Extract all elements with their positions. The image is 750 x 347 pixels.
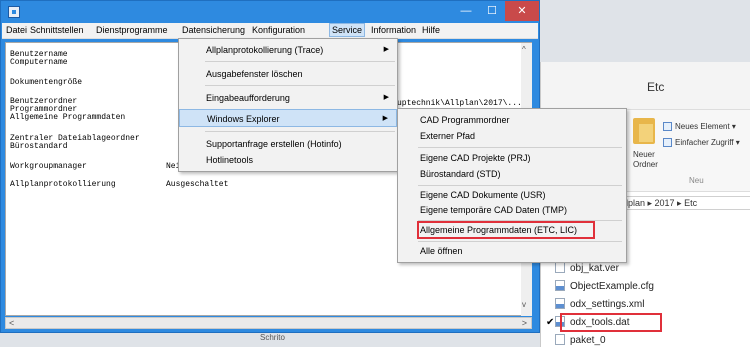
file-icon xyxy=(555,262,565,273)
menu-information[interactable]: Information xyxy=(371,25,416,35)
menu-item-command-prompt[interactable]: Eingabeaufforderung ▶ xyxy=(179,89,397,107)
list-item[interactable]: obj_kat.ver xyxy=(555,262,619,278)
file-icon xyxy=(555,334,565,345)
scroll-up-icon[interactable]: ^ xyxy=(522,45,526,54)
menu-konfiguration[interactable]: Konfiguration xyxy=(252,25,305,35)
menu-datei[interactable]: Datei xyxy=(6,25,27,35)
label-allplanprotokollierung: Allplanprotokollierung xyxy=(10,180,116,189)
menu-item-windows-explorer[interactable]: Windows Explorer ▶ xyxy=(179,109,397,127)
submenu-buerostandard[interactable]: Bürostandard (STD) xyxy=(398,167,626,182)
submenu-cad-projekte[interactable]: Eigene CAD Projekte (PRJ) xyxy=(398,151,626,166)
ribbon-group-new: Neu xyxy=(689,176,704,185)
value-allplanprotokollierung: Ausgeschaltet xyxy=(166,180,229,189)
submenu-arrow-icon: ▶ xyxy=(382,115,388,122)
new-folder-label-2[interactable]: Ordner xyxy=(633,160,658,169)
list-item[interactable]: odx_settings.xml xyxy=(555,298,644,314)
submenu-arrow-icon: ▶ xyxy=(383,46,389,53)
highlight-box xyxy=(560,313,662,332)
menu-service[interactable]: Service xyxy=(329,23,366,37)
scroll-right-icon[interactable]: > xyxy=(522,318,527,328)
partial-path-text: uptechnik\Allplan\2017\... xyxy=(397,99,522,108)
list-item[interactable]: ObjectExample.cfg xyxy=(555,280,654,296)
menu-item-hotlinetools[interactable]: Hotlinetools xyxy=(179,151,397,169)
menu-item-clear-output[interactable]: Ausgabefenster löschen xyxy=(179,65,397,83)
label-workgroupmanager: Workgroupmanager xyxy=(10,162,87,171)
new-folder-label-1[interactable]: Neuer xyxy=(633,150,655,159)
scroll-left-icon[interactable]: < xyxy=(9,318,14,328)
label-computername: Computername xyxy=(10,58,68,67)
menu-schnittstellen[interactable]: Schnittstellen xyxy=(30,25,84,35)
checkmark-icon[interactable]: ✔ xyxy=(546,317,554,328)
label-buerostandard: Bürostandard xyxy=(10,142,68,151)
label-allgemeine-programmdaten: Allgemeine Programmdaten xyxy=(10,113,126,122)
submenu-cad-dokumente[interactable]: Eigene CAD Dokumente (USR) xyxy=(398,188,626,203)
horizontal-scrollbar[interactable]: < > xyxy=(5,317,532,329)
submenu-cad-programmordner[interactable]: CAD Programmordner xyxy=(398,113,626,128)
titlebar: — ☐ ✕ xyxy=(1,1,539,23)
desktop: Etc Neues Element ▾ Einfacher Zugriff ▾ … xyxy=(0,0,750,347)
service-menu: Allplanprotokollierung (Trace) ▶ Ausgabef… xyxy=(178,38,398,172)
address-bar[interactable]: llplan ▸ 2017 ▸ Etc xyxy=(621,196,750,210)
menu-separator xyxy=(205,85,395,86)
menu-separator xyxy=(418,185,622,186)
menu-hilfe[interactable]: Hilfe xyxy=(422,25,440,35)
menu-item-trace[interactable]: Allplanprotokollierung (Trace) ▶ xyxy=(179,41,397,59)
submenu-arrow-icon: ▶ xyxy=(383,94,389,101)
close-button[interactable]: ✕ xyxy=(505,1,539,21)
scroll-down-icon[interactable]: v xyxy=(522,300,526,309)
windows-explorer-submenu: CAD Programmordner Externer Pfad Eigene … xyxy=(397,108,627,263)
list-item[interactable]: paket_0 xyxy=(555,334,606,347)
new-folder-icon[interactable] xyxy=(633,118,655,144)
maximize-button[interactable]: ☐ xyxy=(479,1,505,21)
submenu-externer-pfad[interactable]: Externer Pfad xyxy=(398,129,626,144)
menu-separator xyxy=(418,147,622,148)
label-dokumentengroesse: Dokumentengröße xyxy=(10,78,83,87)
menu-datensicherung[interactable]: Datensicherung xyxy=(182,25,245,35)
menu-separator xyxy=(418,241,622,242)
app-icon[interactable] xyxy=(8,6,20,18)
explorer-titlebar: Etc xyxy=(541,62,750,110)
menubar: Datei Schnittstellen Dienstprogramme Dat… xyxy=(2,23,538,39)
submenu-temp-cad-daten[interactable]: Eigene temporäre CAD Daten (TMP) xyxy=(398,203,626,218)
config-file-icon xyxy=(555,280,565,291)
easy-access-button[interactable]: Einfacher Zugriff ▾ xyxy=(675,138,740,147)
menu-separator xyxy=(205,61,395,62)
new-item-icon[interactable] xyxy=(663,122,672,131)
easy-access-icon[interactable] xyxy=(663,138,672,147)
menu-dienstprogramme[interactable]: Dienstprogramme xyxy=(96,25,168,35)
new-item-button[interactable]: Neues Element ▾ xyxy=(675,122,736,131)
background-item: Schrito xyxy=(260,333,285,342)
minimize-button[interactable]: — xyxy=(453,1,479,21)
highlight-box xyxy=(417,221,595,239)
submenu-alle-oeffnen[interactable]: Alle öffnen xyxy=(398,244,626,259)
config-file-icon xyxy=(555,298,565,309)
explorer-title: Etc xyxy=(647,80,665,94)
menu-separator xyxy=(205,131,395,132)
